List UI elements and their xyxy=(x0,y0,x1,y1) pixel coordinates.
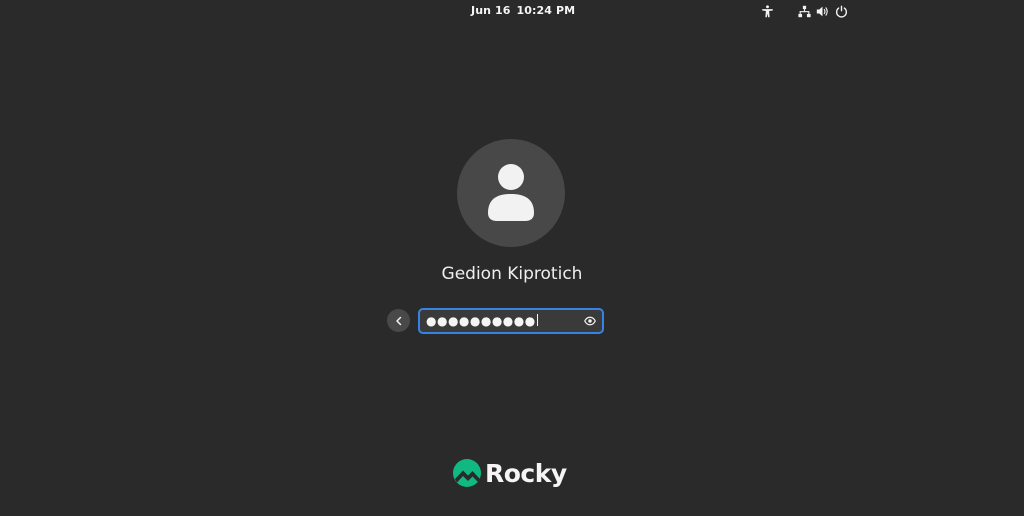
username-label: Gedion Kiprotich xyxy=(441,264,583,284)
login-screen: Jun 16 10:24 PM Gedion Kiprotich ●●●●●●●… xyxy=(0,0,1024,516)
user-avatar-icon xyxy=(488,164,534,221)
password-field[interactable]: ●●●●●●●●●● xyxy=(418,308,604,334)
top-bar: Jun 16 10:24 PM xyxy=(0,0,1024,22)
password-mask: ●●●●●●●●●● xyxy=(426,314,536,328)
clock-date: Jun 16 xyxy=(471,4,511,17)
volume-icon[interactable] xyxy=(814,3,830,19)
password-input-value: ●●●●●●●●●● xyxy=(426,313,538,329)
rocky-logo-icon xyxy=(453,459,481,487)
eye-icon xyxy=(584,316,596,326)
logo-text: Rocky xyxy=(485,458,567,488)
clock-time: 10:24 PM xyxy=(516,4,576,17)
back-button[interactable] xyxy=(387,309,410,332)
clock[interactable]: Jun 16 10:24 PM xyxy=(471,4,575,17)
user-avatar xyxy=(457,139,565,247)
text-caret xyxy=(536,314,538,326)
chevron-left-icon xyxy=(395,316,401,325)
reveal-password-button[interactable] xyxy=(583,314,597,328)
rocky-logo: Rocky xyxy=(452,456,567,490)
accessibility-icon[interactable] xyxy=(759,3,775,19)
power-icon[interactable] xyxy=(833,3,849,19)
network-icon[interactable] xyxy=(796,3,812,19)
